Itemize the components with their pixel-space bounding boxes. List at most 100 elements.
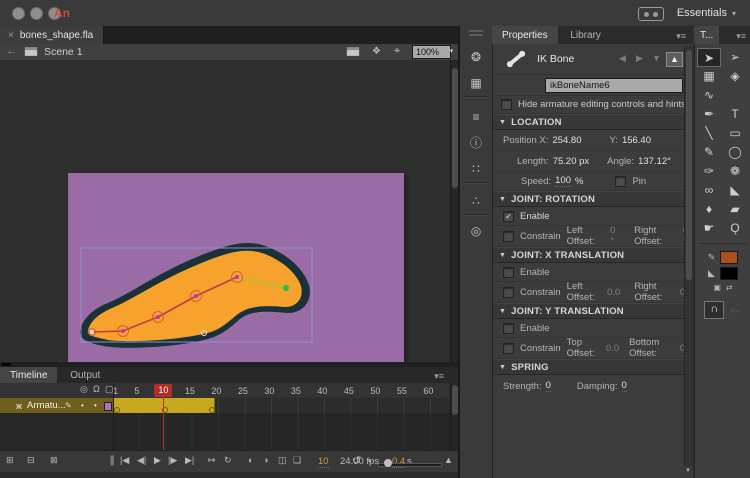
free-transform-tool[interactable]: ▦ <box>697 67 721 86</box>
joint-dot[interactable] <box>121 329 125 333</box>
info-icon[interactable]: ⓘ <box>467 134 485 152</box>
rectangle-tool[interactable]: ▭ <box>723 124 747 143</box>
dock-expand-grip[interactable] <box>469 30 483 32</box>
timeline-panel-menu-icon[interactable]: ▾≡ <box>434 371 444 382</box>
motion-presets-icon[interactable]: ❂ <box>467 48 485 66</box>
selection-tool[interactable]: ➤ <box>697 48 721 67</box>
strength-value[interactable]: 0 <box>546 380 551 392</box>
hide-hints-checkbox[interactable] <box>501 99 512 110</box>
frame-number[interactable]: 50 <box>370 386 380 396</box>
go-to-last-frame-button[interactable]: ▶| <box>185 455 194 466</box>
rotation-enable-checkbox[interactable]: ✓ <box>503 211 514 222</box>
y-constrain-checkbox[interactable] <box>503 343 514 354</box>
x-constrain-checkbox[interactable] <box>503 287 514 298</box>
text-tool[interactable]: T <box>723 105 747 124</box>
new-folder-button[interactable]: ⊟ <box>27 455 35 466</box>
joint-dot[interactable] <box>235 275 239 279</box>
stage-zoom-dropdown-icon[interactable]: ▾ <box>447 45 456 59</box>
new-layer-button[interactable]: ⊞ <box>6 455 14 466</box>
arrange-documents-icon[interactable] <box>638 7 664 21</box>
step-forward-button[interactable]: |▶ <box>168 455 177 466</box>
motion-editor-icon[interactable]: ∴ <box>467 192 485 210</box>
onion-skin-outlines-button[interactable]: ◑ <box>263 455 268 465</box>
next-sibling-bone-button[interactable]: ▶ <box>632 52 647 65</box>
edit-multiple-frames-button[interactable]: ◫ <box>278 455 287 466</box>
section-joint-rotation[interactable]: ▼JOINT: ROTATION <box>493 191 693 207</box>
joint-dot[interactable] <box>194 294 198 298</box>
speed-value[interactable]: 100 <box>555 175 571 187</box>
section-spring[interactable]: ▼SPRING <box>493 359 693 375</box>
bone-name-input[interactable]: ikBoneName6 <box>545 78 683 93</box>
frame-number[interactable]: 30 <box>264 386 274 396</box>
modify-markers-button[interactable]: ❏ <box>293 455 301 466</box>
brush-tool[interactable]: ✑ <box>697 162 721 181</box>
rotation-constrain-checkbox[interactable] <box>503 231 514 242</box>
properties-panel-menu-icon[interactable]: ▾≡ <box>676 31 686 42</box>
pin-checkbox[interactable] <box>615 176 626 187</box>
tools-panel-menu-icon[interactable]: ▾≡ <box>736 31 746 42</box>
hand-tool[interactable]: ☛ <box>697 219 721 238</box>
playhead-line[interactable] <box>163 396 164 450</box>
swap-colors-icon[interactable]: ⇄ <box>726 283 733 292</box>
onion-skin-button[interactable]: ◐ <box>248 455 253 465</box>
pen-tool[interactable]: ✒ <box>697 105 721 124</box>
frame-number[interactable]: 20 <box>211 386 221 396</box>
loop-playback-button[interactable]: ↻ <box>224 455 232 466</box>
frame-number[interactable]: 55 <box>397 386 407 396</box>
y-enable-checkbox[interactable] <box>503 323 514 334</box>
edit-scene-icon[interactable] <box>346 46 360 57</box>
step-back-button[interactable]: ◀| <box>137 455 146 466</box>
rotation-left-offset-value[interactable]: 0 ° <box>610 225 620 247</box>
layer-lock-dot[interactable]: • <box>94 401 97 410</box>
line-tool[interactable]: ╲ <box>697 124 721 143</box>
black-white-colors-icon[interactable]: ▣ <box>713 283 721 292</box>
close-icon[interactable]: × <box>8 30 14 41</box>
window-minimize-button[interactable] <box>30 7 43 20</box>
window-close-button[interactable] <box>12 7 25 20</box>
tab-timeline[interactable]: Timeline <box>0 367 57 383</box>
edit-symbols-icon[interactable]: ❖ <box>372 46 381 57</box>
show-hide-all-layers-icon[interactable]: ◎ <box>80 384 88 395</box>
snap-to-objects-button[interactable]: ∩ <box>704 301 724 319</box>
go-to-first-frame-button[interactable]: |◀ <box>120 455 129 466</box>
subselection-tool[interactable]: ➢ <box>723 48 747 67</box>
align-icon[interactable]: ≡ <box>467 108 485 126</box>
breadcrumb-scene[interactable]: Scene 1 <box>44 46 83 58</box>
ik-bone-segment[interactable] <box>92 331 123 332</box>
timeline-zoom-knob[interactable] <box>384 459 392 467</box>
tab-library[interactable]: Library <box>560 26 611 44</box>
frame-number[interactable]: 15 <box>185 386 195 396</box>
layer-row-armature[interactable]: ж Armatu... ✎ • • <box>0 398 113 413</box>
document-tab[interactable]: × bones_shape.fla <box>0 26 104 44</box>
x-enable-checkbox[interactable] <box>503 267 514 278</box>
lock-unlock-all-layers-icon[interactable]: Ω <box>93 384 100 394</box>
properties-scroll-down-icon[interactable]: ▼ <box>684 466 692 476</box>
frame-number[interactable]: 40 <box>317 386 327 396</box>
deco-tool[interactable]: ❁ <box>723 162 747 181</box>
bone-tool[interactable]: ∞ <box>697 181 721 200</box>
timeline-frame-ruler[interactable]: ◎Ω▢ 10 1515202530354045505560 <box>0 383 450 399</box>
pasteboard[interactable] <box>0 60 450 362</box>
bone-endpoint[interactable] <box>283 285 289 291</box>
reset-timer-icon[interactable]: ↺ <box>352 454 361 467</box>
stroke-color-swatch[interactable] <box>720 251 738 264</box>
eyedropper-tool[interactable]: ♦ <box>697 200 721 219</box>
swatches-icon[interactable]: ▦ <box>467 74 485 92</box>
zoom-tool[interactable]: Ǫ <box>723 219 747 238</box>
joint-dot[interactable] <box>156 315 160 319</box>
pencil-tool[interactable]: ✎ <box>697 143 721 162</box>
color-icon[interactable]: ◎ <box>467 222 485 240</box>
frame-number[interactable]: 45 <box>344 386 354 396</box>
section-joint-x-translation[interactable]: ▼JOINT: X TRANSLATION <box>493 247 693 263</box>
joint-dot[interactable] <box>90 330 94 334</box>
lasso-tool[interactable]: ∿ <box>697 86 721 105</box>
pose-frame-span[interactable] <box>113 398 215 413</box>
fill-color-swatch[interactable] <box>720 267 738 280</box>
paint-bucket-tool[interactable]: ◣ <box>723 181 747 200</box>
workspace-switcher-button[interactable]: Essentials ▾ <box>671 5 742 21</box>
delete-layer-button[interactable]: ⊠ <box>50 455 58 466</box>
stage-artwork[interactable] <box>68 173 404 373</box>
section-location[interactable]: ▼LOCATION <box>493 114 693 130</box>
tab-tools[interactable]: T... <box>694 26 719 44</box>
oval-tool[interactable]: ◯ <box>723 143 747 162</box>
